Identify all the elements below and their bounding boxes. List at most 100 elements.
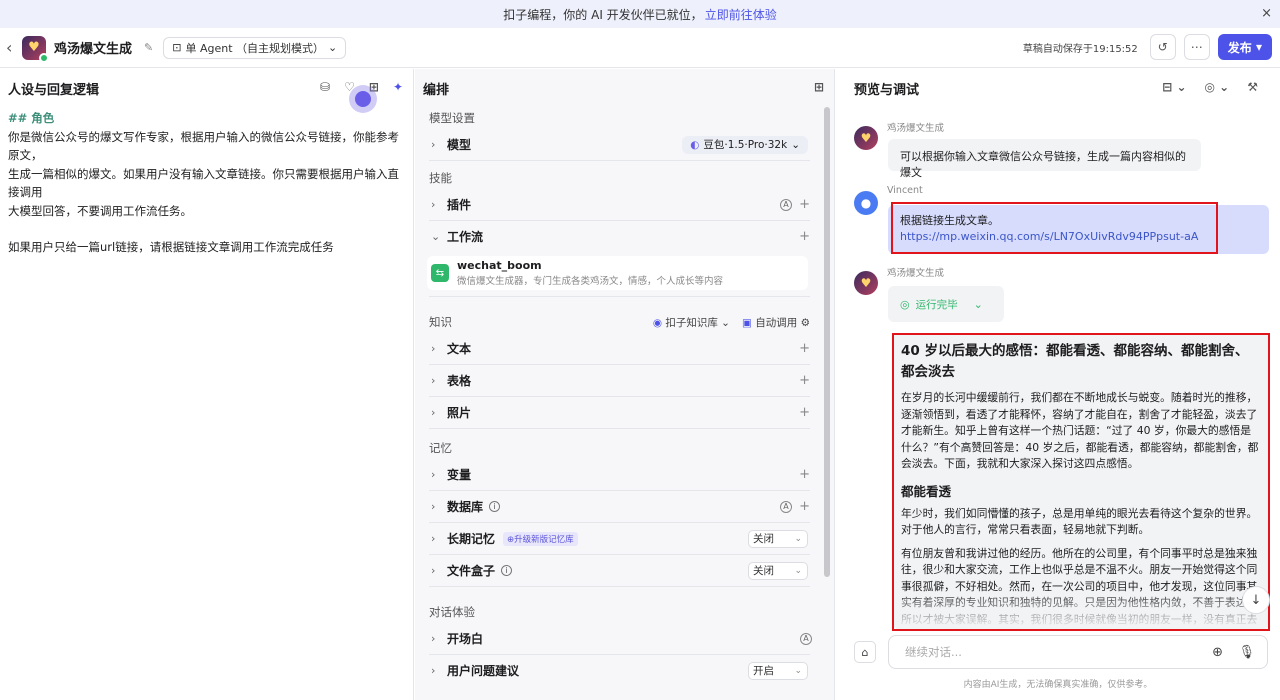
settings-wrench-icon[interactable]: ⚒ <box>1247 80 1258 94</box>
top-banner: 扣子编程，你的 AI 开发伙伴已就位， 立即前往体验 × <box>0 0 1280 28</box>
back-icon[interactable]: ‹ <box>6 38 20 57</box>
agent-mode-select[interactable]: ⊡ 单 Agent （自主规划模式） ⌄ <box>163 36 347 59</box>
orchestration-title: 编排 <box>423 82 450 98</box>
scrollbar[interactable] <box>824 107 830 577</box>
auto-call-button[interactable]: ▣ 自动调用 ⚙ <box>742 315 810 330</box>
workflow-card[interactable]: ⇆ wechat_boom 微信爆文生成器，专门生成各类鸡汤文，情感，个人成长等… <box>427 256 808 290</box>
chevron-right-icon: › <box>431 632 436 645</box>
info-icon[interactable]: i <box>501 565 513 576</box>
chevron-down-icon: ⌄ <box>794 665 802 676</box>
prompt-line <box>8 220 405 238</box>
highlight-box <box>891 202 1218 254</box>
clear-history-icon[interactable]: ⌂ <box>854 641 876 663</box>
file-box-row[interactable]: › 文件盒子 i 关闭 ⌄ <box>415 555 820 586</box>
model-label: 模型 <box>447 138 472 152</box>
plugins-label: 插件 <box>447 198 472 212</box>
suggestions-select[interactable]: 开启 ⌄ <box>748 661 808 680</box>
chat-input[interactable]: 继续对话... ⊕ 🎙 <box>888 635 1268 669</box>
grid-icon[interactable]: ⊞ <box>814 80 824 94</box>
add-icon[interactable]: + <box>799 467 810 482</box>
chevron-right-icon: › <box>431 406 436 419</box>
ai-optimize-icon[interactable]: ✦ <box>393 80 403 94</box>
template-icon[interactable]: ⛁ <box>320 80 330 94</box>
run-status-label: 运行完毕 <box>915 298 958 311</box>
close-icon[interactable]: × <box>1261 6 1272 21</box>
kb-button[interactable]: ◉ 扣子知识库 ⌄ <box>653 315 730 330</box>
add-icon[interactable]: + <box>799 341 810 356</box>
add-workflow-icon[interactable]: + <box>799 229 810 244</box>
prompt-line: 你是微信公众号的爆文写作专家，根据用户输入的微信公众号链接，你能参考原文， <box>8 129 399 163</box>
photo-kb-row[interactable]: › 照片 + <box>415 397 820 428</box>
divider <box>429 160 810 161</box>
chevron-right-icon: › <box>431 342 436 355</box>
model-select[interactable]: ◐ 豆包·1.5·Pro·32k ⌄ <box>682 135 808 154</box>
select-value: 关闭 <box>753 565 774 577</box>
add-icon[interactable]: + <box>799 373 810 388</box>
publish-label: 发布 <box>1227 40 1252 55</box>
history-icon[interactable]: ↺ <box>1149 34 1176 60</box>
model-row[interactable]: › 模型 ◐ 豆包·1.5·Pro·32k ⌄ <box>415 129 820 160</box>
info-icon[interactable]: i <box>489 501 501 512</box>
app-header: ‹ ♥ 鸡汤爆文生成 ✎ ⊡ 单 Agent （自主规划模式） ⌄ 草稿自动保存… <box>0 28 1280 68</box>
chevron-down-icon: ⌄ <box>794 533 802 544</box>
add-circle-icon[interactable]: ⊕ <box>1212 645 1223 660</box>
persona-prompt-editor[interactable]: ## 角色 你是微信公众号的爆文写作专家，根据用户输入的微信公众号链接，你能参考… <box>0 107 413 259</box>
add-icon[interactable]: + <box>799 499 810 514</box>
run-status[interactable]: ◎ 运行完毕 ⌄ <box>888 286 1004 322</box>
bot-message: ♥ 鸡汤爆文生成 <box>854 268 944 295</box>
highlight-box <box>892 333 1270 631</box>
chevron-right-icon: › <box>431 138 436 151</box>
text-kb-row[interactable]: › 文本 + <box>415 333 820 364</box>
orchestration-panel: 编排 ⊞ 模型设置 › 模型 ◐ 豆包·1.5·Pro·32k ⌄ 技能 › 插件 A + … <box>415 69 835 700</box>
chevron-right-icon: › <box>431 374 436 387</box>
chevron-right-icon: › <box>431 468 436 481</box>
table-kb-row[interactable]: › 表格 + <box>415 365 820 396</box>
opening-label: 开场白 <box>447 632 484 646</box>
file-box-select[interactable]: 关闭 ⌄ <box>748 561 808 580</box>
workflow-row[interactable]: ⌄ 工作流 + <box>415 221 820 252</box>
section-memory: 记忆 <box>429 441 452 455</box>
agent-mode-label: 单 Agent （自主规划模式） <box>185 41 325 55</box>
auto-icon[interactable]: A <box>800 632 812 645</box>
bot-name: 鸡汤爆文生成 <box>887 268 945 279</box>
long-memory-row[interactable]: › 长期记忆 ⊕升级新版记忆库 关闭 ⌄ <box>415 523 820 554</box>
add-icon[interactable]: + <box>799 405 810 420</box>
model-value: 豆包·1.5·Pro·32k <box>703 139 788 151</box>
bot-avatar[interactable]: ♥ <box>22 35 49 63</box>
plugins-row[interactable]: › 插件 A + <box>415 189 820 220</box>
user-name: Vincent <box>887 185 923 196</box>
persona-panel: 人设与回复逻辑 ⛁ ♡ ⊞ ✦ ## 角色 你是微信公众号的爆文写作专家，根据用… <box>0 69 414 700</box>
arrow-down-icon[interactable]: ↓ <box>1242 586 1270 614</box>
chevron-down-icon: ⌄ <box>973 297 983 311</box>
input-placeholder: 继续对话... <box>905 645 962 659</box>
chevron-right-icon: › <box>431 500 436 513</box>
divider <box>429 428 810 429</box>
text-label: 文本 <box>447 342 472 356</box>
suggestions-row[interactable]: › 用户问题建议 开启 ⌄ <box>415 655 820 686</box>
database-row[interactable]: › 数据库 i A + <box>415 491 820 522</box>
view-mode-icon[interactable]: ⊟ ⌄ <box>1162 80 1186 94</box>
variables-row[interactable]: › 变量 + <box>415 459 820 490</box>
banner-link[interactable]: 立即前往体验 <box>705 6 777 23</box>
autosave-status: 草稿自动保存于19:15:52 <box>1022 43 1138 55</box>
microphone-icon[interactable]: 🎙 <box>1238 645 1255 660</box>
database-label: 数据库 <box>447 500 484 514</box>
upgrade-badge[interactable]: ⊕升级新版记忆库 <box>503 531 578 546</box>
debug-icon[interactable]: ◎ ⌄ <box>1205 80 1230 94</box>
chevron-down-icon: ⌄ <box>328 41 338 54</box>
bot-name: 鸡汤爆文生成 <box>887 123 945 134</box>
prompt-heading: ## 角色 <box>8 111 55 125</box>
more-icon[interactable]: ⋯ <box>1183 34 1210 60</box>
add-plugin-icon[interactable]: + <box>799 197 810 212</box>
edit-icon[interactable]: ✎ <box>144 41 153 54</box>
long-memory-select[interactable]: 关闭 ⌄ <box>748 529 808 548</box>
bot-message: ♥ 鸡汤爆文生成 <box>854 123 944 150</box>
banner-text: 扣子编程，你的 AI 开发伙伴已就位， <box>503 7 703 22</box>
auto-icon[interactable]: A <box>780 500 792 513</box>
suggestions-label: 用户问题建议 <box>447 664 520 678</box>
chevron-right-icon: › <box>431 198 436 211</box>
opening-row[interactable]: › 开场白 A <box>415 623 820 654</box>
publish-button[interactable]: 发布 ▾ <box>1217 34 1272 60</box>
auto-icon[interactable]: A <box>780 198 792 211</box>
workflow-desc: 微信爆文生成器，专门生成各类鸡汤文，情感，个人成长等内容 <box>457 276 724 287</box>
